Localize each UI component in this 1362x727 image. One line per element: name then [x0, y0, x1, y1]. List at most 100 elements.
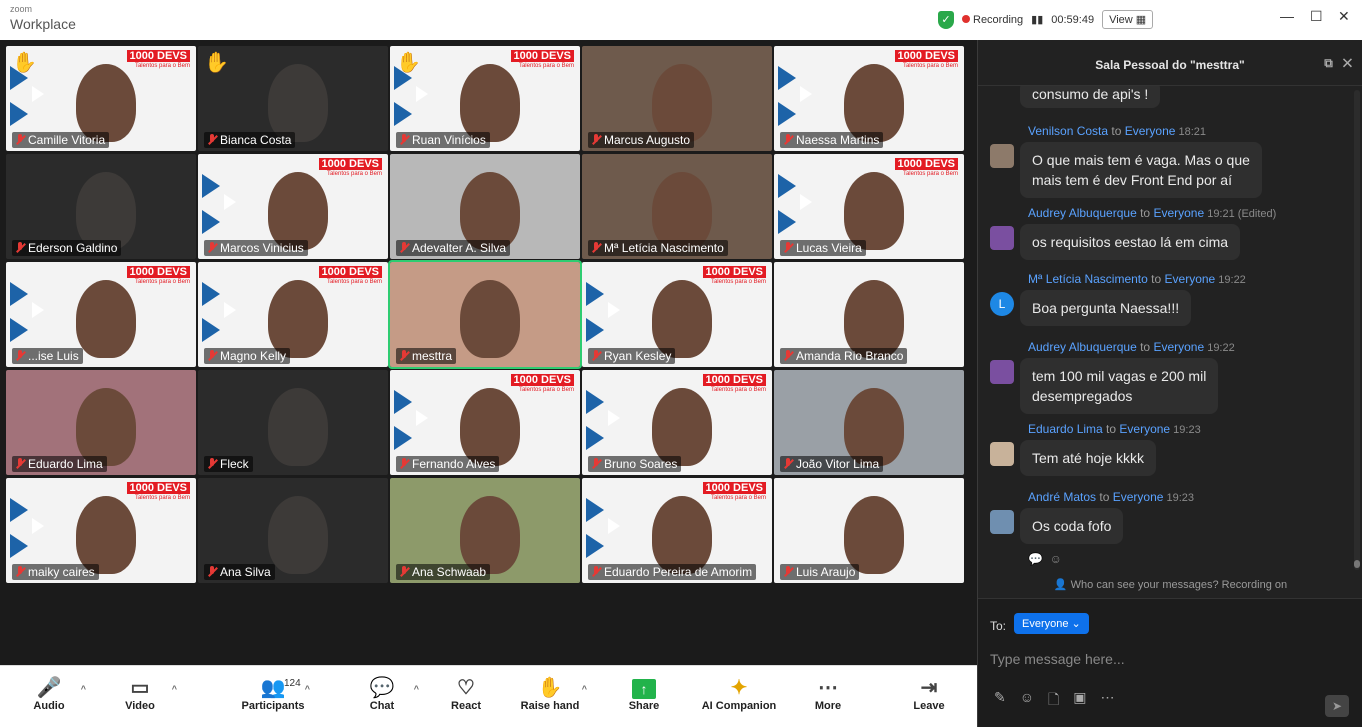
maximize-icon[interactable]: ☐: [1310, 8, 1323, 25]
decor-triangle: [800, 86, 812, 102]
participant-tile[interactable]: Ana Silva: [198, 478, 388, 583]
participants-button[interactable]: 👥 124 Participants ^: [228, 676, 318, 712]
more-options-icon[interactable]: ⋯: [1101, 689, 1115, 713]
close-window-icon[interactable]: ✕: [1338, 8, 1350, 25]
sender-name[interactable]: Mª Letícia Nascimento: [1028, 272, 1148, 286]
participant-tile[interactable]: Eduardo Lima: [6, 370, 196, 475]
participant-tile[interactable]: 1000 DEVS Talentos para o Bem Eduardo Pere…: [582, 478, 772, 583]
participant-tile[interactable]: 1000 DEVS Talentos para o Bem Bruno Soares: [582, 370, 772, 475]
chat-header-icons: ⧉ ✕: [1324, 56, 1352, 71]
send-icon[interactable]: ➤: [1325, 695, 1349, 717]
privacy-note[interactable]: 👤 Who can see your messages? Recording o…: [978, 578, 1362, 591]
recording-indicator[interactable]: Recording: [962, 14, 1023, 26]
sender-name[interactable]: André Matos: [1028, 490, 1096, 504]
leave-button[interactable]: ⇥ Leave: [884, 676, 974, 712]
participant-tile[interactable]: 1000 DEVS Talentos para o Bem Naessa Marti…: [774, 46, 964, 151]
participant-video: [844, 64, 904, 142]
decor-triangle: [800, 194, 812, 210]
format-icon[interactable]: ✎: [994, 689, 1006, 713]
more-label: More: [814, 700, 842, 712]
shield-icon[interactable]: ✓: [938, 10, 954, 29]
more-button[interactable]: ⋯ More: [783, 676, 873, 712]
video-button[interactable]: ▭ Video ^: [95, 676, 185, 712]
file-icon[interactable]: 🗋: [1048, 689, 1059, 713]
participant-video: [652, 280, 712, 358]
participant-tile[interactable]: Mª Letícia Nascimento: [582, 154, 772, 259]
participant-tile[interactable]: 1000 DEVS Talentos para o Bem Ryan Kesley: [582, 262, 772, 367]
chat-message-header: Audrey Albuquerque to Everyone 19:22: [1028, 340, 1235, 354]
participant-tile[interactable]: 1000 DEVS Talentos para o Bem maiky caires: [6, 478, 196, 583]
participant-tile[interactable]: Fleck: [198, 370, 388, 475]
participant-tile[interactable]: Adevalter A. Silva: [390, 154, 580, 259]
minimize-icon[interactable]: —: [1280, 8, 1294, 24]
chat-message-header: Audrey Albuquerque to Everyone 19:21 (Ed…: [1028, 206, 1276, 220]
participant-tile[interactable]: 1000 DEVS Talentos para o Bem ✋ Ruan Viníci…: [390, 46, 580, 151]
chat-message-header: André Matos to Everyone 19:23: [1028, 490, 1194, 504]
message-input[interactable]: [990, 645, 1350, 673]
brand-logo: 1000 DEVS: [702, 266, 766, 278]
raise-hand-button[interactable]: ✋ Raise hand ^: [505, 676, 595, 712]
participant-tile[interactable]: ✋ Bianca Costa: [198, 46, 388, 151]
audio-options-caret[interactable]: ^: [81, 684, 86, 694]
message-text-line: Os coda fofo: [1032, 518, 1112, 534]
chat-button[interactable]: 💬 Chat ^: [337, 676, 427, 712]
participant-tile[interactable]: Luis Araujo: [774, 478, 964, 583]
popout-icon[interactable]: ⧉: [1324, 56, 1333, 70]
microphone-muted-icon: [399, 134, 409, 146]
view-button[interactable]: View ▦: [1102, 10, 1154, 29]
compose-tools: ✎ ☺ 🗋 ▣ ⋯: [994, 689, 1115, 713]
participant-tile[interactable]: Ederson Galdino: [6, 154, 196, 259]
react-button[interactable]: ♡ React: [421, 676, 511, 712]
sender-name[interactable]: Venilson Costa: [1028, 124, 1108, 138]
sender-name[interactable]: Audrey Albuquerque: [1028, 206, 1137, 220]
participant-tile[interactable]: mesttra: [388, 260, 582, 369]
participant-tile[interactable]: João Vitor Lima: [774, 370, 964, 475]
raise-hand-options-caret[interactable]: ^: [582, 684, 587, 694]
decor-triangle: [10, 318, 28, 342]
recipient-label: Everyone: [1022, 618, 1069, 630]
recipient-select[interactable]: Everyone ⌄: [1014, 613, 1089, 634]
participant-name-text: João Vitor Lima: [796, 457, 880, 471]
chat-options-caret[interactable]: ^: [414, 684, 419, 694]
app-subtitle: zoom: [10, 4, 33, 14]
decor-triangle: [608, 410, 620, 426]
chat-scrollbar[interactable]: [1354, 90, 1360, 570]
participant-name-text: Lucas Vieira: [796, 241, 862, 255]
chat-message-bubble: Os coda fofo: [1020, 508, 1124, 544]
participants-options-caret[interactable]: ^: [305, 684, 310, 694]
participant-tile[interactable]: 1000 DEVS Talentos para o Bem Lucas Vieira: [774, 154, 964, 259]
decor-triangle: [10, 534, 28, 558]
screenshot-icon[interactable]: ▣: [1073, 689, 1086, 713]
share-label: Share: [628, 700, 660, 712]
video-gallery: 1000 DEVS Talentos para o Bem ✋ Camille Vit…: [0, 40, 977, 665]
sender-name[interactable]: Eduardo Lima: [1028, 422, 1103, 436]
ai-companion-button[interactable]: ✦ AI Companion: [694, 676, 784, 712]
participant-tile[interactable]: 1000 DEVS Talentos para o Bem ...ise Luis: [6, 262, 196, 367]
participant-tile[interactable]: Ana Schwaab: [390, 478, 580, 583]
sender-name[interactable]: Audrey Albuquerque: [1028, 340, 1137, 354]
participant-video: [76, 280, 136, 358]
share-button[interactable]: ↑ Share: [599, 676, 689, 712]
decor-triangle: [32, 302, 44, 318]
decor-triangle: [778, 66, 796, 90]
message-time: 19:21 (Edited): [1204, 208, 1277, 220]
chat-messages[interactable]: consumo de api's ! Venilson Costa to Eve…: [978, 86, 1362, 576]
chat-message-header: Eduardo Lima to Everyone 19:23: [1028, 422, 1201, 436]
participant-tile[interactable]: Amanda Rio Branco: [774, 262, 964, 367]
close-chat-icon[interactable]: ✕: [1343, 56, 1352, 70]
title-bar: zoom Workplace ✓ Recording ▮▮ 00:59:49 V…: [0, 0, 1362, 40]
participant-tile[interactable]: Marcus Augusto: [582, 46, 772, 151]
emoji-react-icon[interactable]: ☺: [1050, 552, 1062, 566]
microphone-muted-icon: [207, 350, 217, 362]
microphone-muted-icon: [591, 566, 601, 578]
participant-tile[interactable]: 1000 DEVS Talentos para o Bem Fernando Alv…: [390, 370, 580, 475]
participant-tile[interactable]: 1000 DEVS Talentos para o Bem Magno Kelly: [198, 262, 388, 367]
participant-tile[interactable]: 1000 DEVS Talentos para o Bem ✋ Camille Vit…: [6, 46, 196, 151]
comment-icon[interactable]: 💬: [1028, 552, 1043, 566]
audio-button[interactable]: 🎤 Audio ^: [4, 676, 94, 712]
emoji-icon[interactable]: ☺: [1020, 689, 1034, 713]
participant-tile[interactable]: 1000 DEVS Talentos para o Bem Marcos Vinic…: [198, 154, 388, 259]
pause-icon[interactable]: ▮▮: [1031, 13, 1043, 26]
participant-name: maiky caires: [12, 564, 99, 580]
video-options-caret[interactable]: ^: [172, 684, 177, 694]
